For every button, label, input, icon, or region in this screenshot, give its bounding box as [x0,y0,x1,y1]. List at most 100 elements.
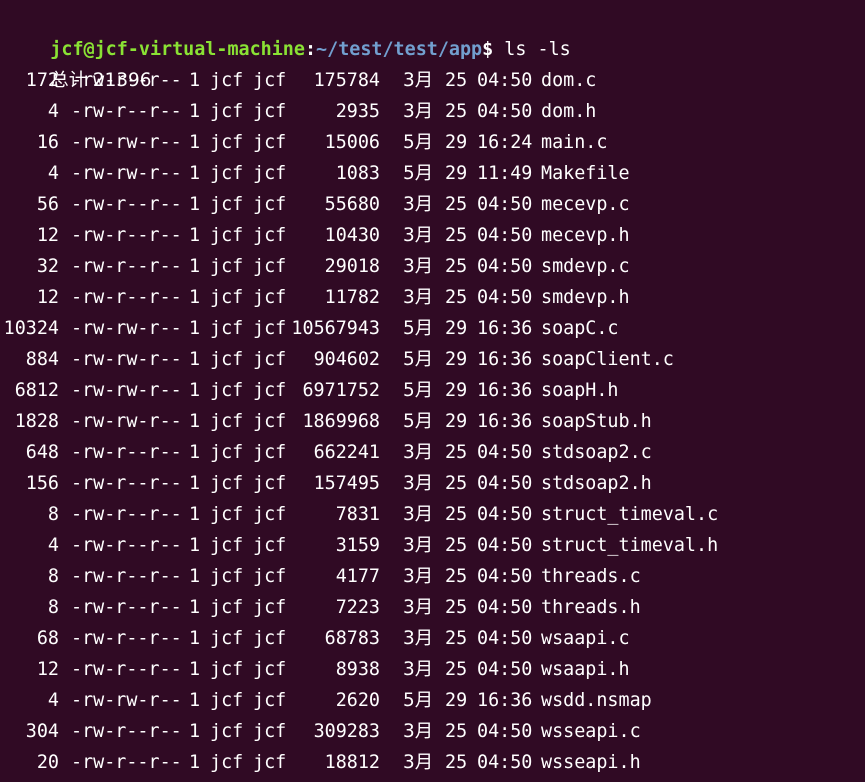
file-user: jcf [210,752,244,773]
file-blocks: 4 [47,101,59,122]
file-time: 04:50 [477,504,533,525]
file-perms: -rw-rw-r-- [71,349,182,370]
file-perms: -rw-r--r-- [71,101,182,122]
file-user: jcf [210,473,244,494]
file-row: 10324 -rw-rw-r-- 1 jcf jcf 10567943 5月 29 16:36 s… [0,313,865,344]
file-size: 157495 [313,473,380,494]
file-blocks: 68 [36,628,59,649]
file-row: 12 -rw-r--r-- 1 jcf jcf 8938 3月 25 04:50 wsaapi.h [0,654,865,685]
file-user: jcf [210,70,244,91]
file-month: 3月 [403,659,434,680]
file-size: 904602 [313,349,380,370]
file-row: 8 -rw-r--r-- 1 jcf jcf 7831 3月 25 04:50 struct_ti… [0,499,865,530]
file-perms: -rw-r--r-- [71,597,182,618]
file-blocks: 12 [36,287,59,308]
file-size: 18812 [324,752,380,773]
file-blocks: 4 [47,535,59,556]
file-links: 1 [189,566,201,587]
file-user: jcf [210,380,244,401]
file-links: 1 [189,70,201,91]
total-line: 总计 21396 [6,34,151,91]
file-day: 25 [445,535,468,556]
prompt-command: ls -ls [493,39,571,60]
file-time: 16:36 [477,349,533,370]
file-month: 5月 [403,318,434,339]
file-day: 25 [445,566,468,587]
file-name: soapC.c [541,318,619,339]
file-month: 3月 [403,473,434,494]
file-size: 10430 [324,225,380,246]
file-row: 4 -rw-r--r-- 1 jcf jcf 2935 3月 25 04:50 dom.h [0,96,865,127]
file-user: jcf [210,132,244,153]
file-row: 304 -rw-r--r-- 1 jcf jcf 309283 3月 25 04:50 wssea… [0,716,865,747]
file-time: 04:50 [477,101,533,122]
file-blocks: 12 [36,659,59,680]
file-day: 25 [445,628,468,649]
prompt-line: jcf@jcf-virtual-machine:~/test/test/app$… [6,3,570,60]
file-size: 10567943 [291,318,380,339]
file-links: 1 [189,473,201,494]
file-name: wsseapi.h [541,752,641,773]
file-row: 12 -rw-r--r-- 1 jcf jcf 11782 3月 25 04:50 smdevp.… [0,282,865,313]
file-size: 68783 [324,628,380,649]
file-day: 29 [445,411,468,432]
file-row: 172 -rw-r--r-- 1 jcf jcf 175784 3月 25 04:50 dom.c [0,65,865,96]
file-blocks: 20 [36,752,59,773]
file-links: 1 [189,132,201,153]
file-perms: -rw-r--r-- [71,256,182,277]
file-size: 55680 [324,194,380,215]
file-name: mecevp.h [541,225,630,246]
file-time: 04:50 [477,535,533,556]
file-blocks: 304 [25,721,59,742]
file-perms: -rw-r--r-- [71,442,182,463]
file-links: 1 [189,194,201,215]
file-links: 1 [189,628,201,649]
file-row: 20 -rw-r--r-- 1 jcf jcf 18812 3月 25 04:50 wsseapi… [0,747,865,778]
prompt-symbol: $ [482,39,494,60]
file-day: 25 [445,659,468,680]
file-blocks: 8 [47,504,59,525]
file-name: threads.c [541,566,641,587]
file-links: 1 [189,597,201,618]
file-month: 3月 [403,752,434,773]
file-user: jcf [210,535,244,556]
file-month: 5月 [403,380,434,401]
file-links: 1 [189,256,201,277]
file-row: 4 -rw-rw-r-- 1 jcf jcf 2620 5月 29 16:36 wsdd.nsma… [0,685,865,716]
file-perms: -rw-r--r-- [71,752,182,773]
file-day: 25 [445,597,468,618]
file-blocks: 648 [25,442,59,463]
file-name: stdsoap2.h [541,473,652,494]
file-blocks: 156 [25,473,59,494]
file-row: 156 -rw-r--r-- 1 jcf jcf 157495 3月 25 04:50 stdso… [0,468,865,499]
file-user: jcf [210,690,244,711]
file-perms: -rw-r--r-- [71,504,182,525]
file-time: 04:50 [477,70,533,91]
file-month: 3月 [403,597,434,618]
file-day: 29 [445,380,468,401]
file-row: 32 -rw-r--r-- 1 jcf jcf 29018 3月 25 04:50 smdevp.… [0,251,865,282]
terminal-window[interactable]: jcf@jcf-virtual-machine:~/test/test/app$… [0,0,865,782]
file-month: 3月 [403,101,434,122]
file-day: 25 [445,504,468,525]
file-size: 7831 [335,504,380,525]
file-time: 16:24 [477,132,533,153]
file-links: 1 [189,504,201,525]
file-time: 04:50 [477,628,533,649]
file-name: soapH.h [541,380,619,401]
file-row: 12 -rw-r--r-- 1 jcf jcf 10430 3月 25 04:50 mecevp.… [0,220,865,251]
file-row: 1828 -rw-rw-r-- 1 jcf jcf 1869968 5月 29 16:36 soa… [0,406,865,437]
file-day: 29 [445,163,468,184]
file-time: 04:50 [477,566,533,587]
file-name: soapClient.c [541,349,674,370]
file-size: 175784 [313,70,380,91]
file-month: 3月 [403,225,434,246]
file-day: 25 [445,70,468,91]
file-day: 25 [445,721,468,742]
file-name: soapStub.h [541,411,652,432]
file-user: jcf [210,225,244,246]
file-user: jcf [210,194,244,215]
file-month: 3月 [403,70,434,91]
file-perms: -rw-rw-r-- [71,690,182,711]
file-perms: -rw-r--r-- [71,659,182,680]
